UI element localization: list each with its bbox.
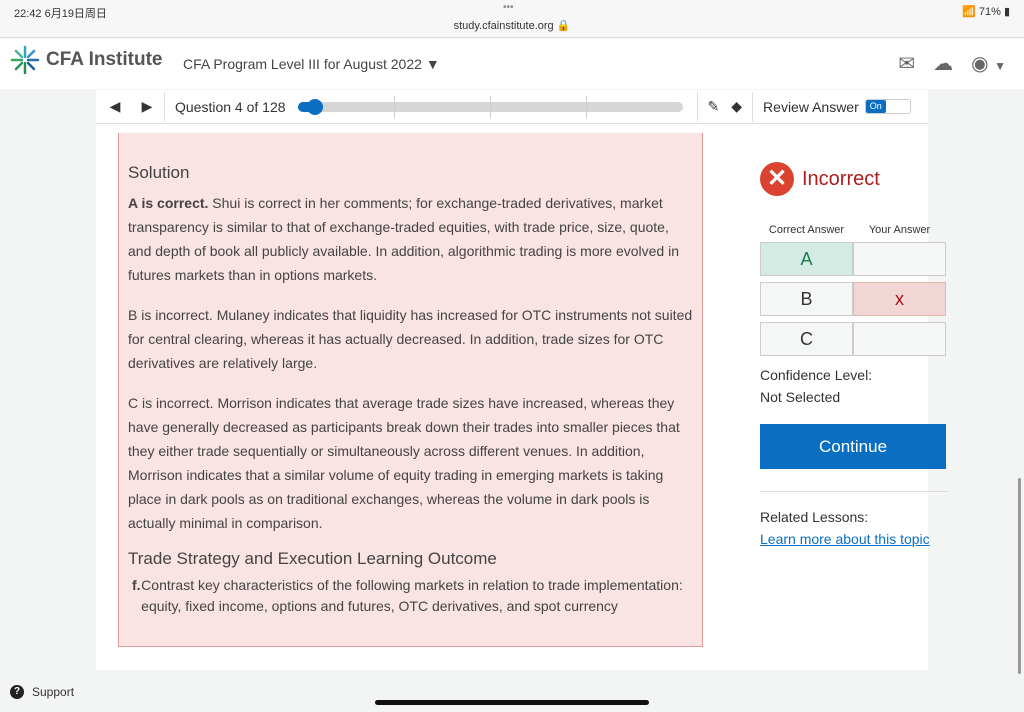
option-cell: A [760,242,853,276]
question-toolbar: ◀ ▶ Question 4 of 128 ✎ ◆ Review Answer … [96,90,928,124]
highlighter-icon[interactable]: ✎ [708,98,720,115]
divider [696,91,698,122]
related-lesson-link[interactable]: Learn more about this topic [760,531,930,547]
progress-tick [489,95,491,118]
cfa-logo[interactable]: CFA Institute [10,45,162,75]
program-label: CFA Program Level III for August 2022 [183,56,422,72]
option-cell: C [760,322,853,356]
lo-text: Contrast key characteristics of the foll… [141,577,683,614]
answer-sidebar: ✕ Incorrect Correct Answer Your Answer A B… [760,162,948,550]
correct-answer-header: Correct Answer [768,224,845,236]
cloud-download-icon[interactable]: ☁ [933,51,953,76]
scrollbar[interactable] [1018,478,1021,674]
home-indicator[interactable] [375,700,649,705]
your-answer-cell [853,322,946,356]
progress-tick [585,95,587,118]
battery-percent: 71% [978,6,1001,18]
more-icon[interactable]: ••• [503,2,514,13]
help-icon: ? [10,685,24,699]
status-bar: 22:42 6月19日周日 ••• study.cfainstitute.org… [0,0,1024,38]
related-lessons-label: Related Lessons: [760,509,869,525]
solution-b: B is incorrect. Mulaney indicates that l… [128,307,693,371]
divider [760,491,948,492]
divider [164,91,165,122]
next-question-button[interactable]: ▶ [140,98,154,115]
progress-knob[interactable] [307,98,324,115]
your-answer-header: Your Answer [868,224,931,236]
program-selector[interactable]: CFA Program Level III for August 2022 ▼ [183,56,440,72]
result-indicator: ✕ Incorrect [760,162,948,196]
question-panel: ◀ ▶ Question 4 of 128 ✎ ◆ Review Answer … [96,90,948,670]
divider [752,91,754,122]
solution-box: Solution A is correct. Shui is correct i… [118,133,703,647]
progress-tick [393,95,395,118]
question-counter: Question 4 of 128 [175,98,286,115]
progress-slider[interactable] [297,95,683,118]
incorrect-icon: ✕ [760,162,794,196]
eraser-icon[interactable]: ◆ [731,98,742,115]
user-menu[interactable]: ◉ ▼ [971,51,1006,76]
answer-grid: Correct Answer Your Answer A Bx C [760,224,948,356]
prev-question-button[interactable]: ◀ [108,98,122,115]
solution-title: Solution [128,163,190,182]
learning-outcome-item: f. Contrast key characteristics of the fo… [128,575,693,617]
solution-a-verdict: A is correct. [128,195,209,211]
confidence-value: Not Selected [760,389,841,405]
toggle-state: On [865,100,886,113]
lo-letter: f. [132,577,141,593]
logo-text: CFA Institute [46,49,163,70]
support-button[interactable]: ? Support [10,685,74,699]
solution-a-text: Shui is correct in her comments; for exc… [128,195,679,283]
app-header: CFA Institute CFA Program Level III for … [0,39,1024,89]
answer-row: A [760,242,948,276]
solution-c: C is incorrect. Morrison indicates that … [128,395,680,531]
answer-row: C [760,322,948,356]
review-answer-toggle[interactable]: On [864,99,911,114]
your-answer-cell [853,242,946,276]
option-cell: B [760,282,853,316]
result-label: Incorrect [802,167,880,190]
confidence-label: Confidence Level: [760,367,873,383]
support-label: Support [32,685,75,699]
cfa-logo-icon [10,45,40,75]
learning-outcome-title: Trade Strategy and Execution Learning Ou… [128,549,497,568]
your-answer-cell: x [853,282,946,316]
solution-a: A is correct. Shui is correct in her com… [128,191,693,287]
review-answer-label: Review Answer [763,98,859,115]
continue-button[interactable]: Continue [760,424,946,469]
user-avatar-icon: ◉ [971,53,989,75]
mail-icon[interactable]: ✉ [898,51,915,76]
battery-status: 📶 71% ▮ [962,6,1010,18]
url-bar[interactable]: study.cfainstitute.org 🔒 [0,19,1024,32]
caret-down-icon: ▼ [994,59,1006,73]
caret-down-icon: ▼ [425,56,440,72]
answer-row: Bx [760,282,948,316]
